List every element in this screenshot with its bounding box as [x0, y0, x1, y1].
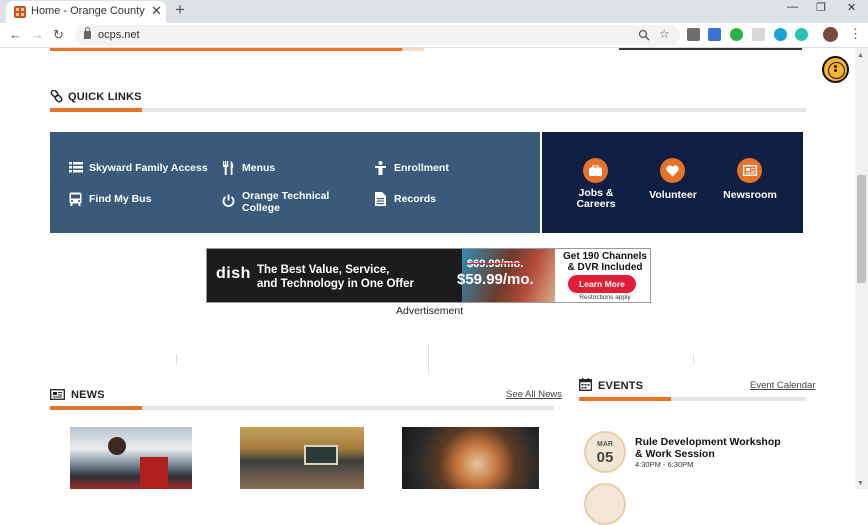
news-image-board: [304, 445, 338, 465]
calendar-icon: [579, 378, 592, 391]
event-calendar-link[interactable]: Event Calendar: [750, 380, 815, 391]
event-month: MAR: [597, 441, 613, 448]
extension-pdf-icon[interactable]: [752, 28, 765, 41]
event-date-badge: [584, 483, 626, 525]
quick-links-heading: QUICK LINKS: [68, 91, 142, 103]
news-image-classroom[interactable]: [240, 427, 364, 489]
extension-circle-icon[interactable]: [795, 28, 808, 41]
quick-link-orange-technical-college[interactable]: Orange Technical College: [242, 190, 332, 214]
previous-section-divider: [619, 48, 802, 50]
divider: [176, 354, 177, 364]
accessibility-icon: [834, 65, 837, 68]
previous-section-underline-light: [402, 48, 424, 51]
new-tab-button[interactable]: +: [175, 0, 185, 20]
ad-tagline-line-2: and Technology in One Offer: [257, 278, 414, 290]
lock-icon: [84, 27, 91, 39]
news-image-figure: [108, 437, 126, 455]
ad-old-price: $69.99/mo.: [467, 258, 524, 270]
briefcase-icon[interactable]: [583, 158, 608, 183]
maximize-button[interactable]: ❐: [816, 1, 826, 14]
events-rule-accent: [579, 397, 671, 401]
extension-camera-icon[interactable]: [708, 28, 721, 41]
address-bar[interactable]: ocps.net ☆: [75, 25, 680, 46]
quick-link-enrollment[interactable]: Enrollment: [394, 162, 449, 174]
browser-tab-strip: Home - Orange County Public Sc ✕ + — ❐ ✕: [0, 0, 868, 23]
browser-tab[interactable]: Home - Orange County Public Sc ✕: [6, 1, 166, 23]
featured-link-jobs-careers[interactable]: Jobs & Careers: [568, 188, 624, 210]
scroll-down-icon[interactable]: ▼: [857, 480, 864, 487]
ad-new-price: $59.99/mo.: [457, 271, 534, 288]
newspaper-icon: [50, 389, 65, 400]
list-icon: [69, 162, 83, 173]
featured-link-volunteer[interactable]: Volunteer: [645, 190, 701, 201]
event-time: 4:30PM - 6:30PM: [635, 460, 694, 469]
browser-menu-icon[interactable]: ⋮: [849, 26, 862, 42]
url-text[interactable]: ocps.net: [98, 29, 140, 41]
link-icon: [50, 90, 63, 103]
forward-button[interactable]: →: [31, 27, 44, 42]
featured-link-newsroom[interactable]: Newsroom: [720, 190, 780, 201]
tab-close-icon[interactable]: ✕: [151, 3, 162, 19]
event-date-badge: MAR 05: [584, 431, 626, 473]
minimize-button[interactable]: —: [787, 1, 798, 13]
news-image-students[interactable]: [70, 427, 192, 489]
heart-icon[interactable]: [660, 158, 685, 183]
quick-links-panel: [50, 132, 540, 233]
event-title[interactable]: Rule Development Workshop & Work Session: [635, 436, 785, 460]
ad-headline-line-2: & DVR Included: [567, 262, 643, 273]
scrollbar-thumb[interactable]: [857, 175, 866, 283]
newspaper-icon[interactable]: [737, 158, 762, 183]
news-rule-accent: [50, 406, 142, 410]
extension-sync-icon[interactable]: [730, 28, 743, 41]
news-image-food[interactable]: [402, 427, 539, 489]
divider: [693, 354, 694, 364]
browser-toolbar: ← → ↻ ocps.net ☆ ⋮: [0, 23, 868, 48]
events-heading: EVENTS: [598, 380, 644, 392]
person-icon: [375, 161, 386, 175]
quick-link-skyward[interactable]: Skyward Family Access: [89, 162, 208, 174]
ad-headline: Get 190 Channels & DVR Included: [561, 251, 649, 273]
ad-learn-more-button[interactable]: Learn More: [568, 275, 636, 293]
extension-g-icon[interactable]: [687, 28, 700, 41]
quick-link-records[interactable]: Records: [394, 193, 436, 205]
window-close-button[interactable]: ✕: [847, 1, 856, 14]
zoom-icon[interactable]: [638, 29, 650, 41]
scroll-up-icon[interactable]: ▲: [857, 52, 864, 59]
tab-title: Home - Orange County Public Sc: [31, 5, 146, 17]
quick-links-rule: [50, 108, 806, 112]
ad-headline-line-1: Get 190 Channels: [563, 251, 647, 262]
news-heading: NEWS: [71, 389, 105, 401]
see-all-news-link[interactable]: See All News: [506, 389, 562, 400]
divider: [428, 345, 429, 373]
ad-caption: Advertisement: [396, 305, 464, 317]
news-image-figure: [140, 457, 168, 489]
ad-fine-print: Restrictions apply: [579, 294, 631, 301]
ad-tagline: The Best Value, Service, and Technology …: [257, 263, 414, 291]
profile-avatar[interactable]: [823, 27, 838, 42]
back-button[interactable]: ←: [9, 27, 22, 42]
event-day: 05: [596, 449, 614, 466]
power-icon: [222, 194, 235, 207]
quick-links-rule-accent: [50, 108, 142, 112]
extension-badge-icon[interactable]: [774, 28, 787, 41]
previous-section-underline: [50, 48, 402, 51]
advertisement-banner[interactable]: dish The Best Value, Service, and Techno…: [206, 248, 651, 303]
ocps-favicon-icon: [14, 6, 26, 18]
ad-tagline-line-1: The Best Value, Service,: [257, 264, 390, 276]
ad-logo: dish: [216, 265, 251, 282]
quick-link-menus[interactable]: Menus: [242, 162, 275, 174]
reload-button[interactable]: ↻: [53, 27, 64, 43]
accessibility-button[interactable]: [822, 56, 849, 83]
utensils-icon: [223, 161, 234, 175]
bookmark-star-icon[interactable]: ☆: [659, 27, 670, 41]
document-icon: [375, 192, 386, 206]
quick-link-find-my-bus[interactable]: Find My Bus: [89, 193, 151, 205]
bus-icon: [69, 192, 82, 206]
